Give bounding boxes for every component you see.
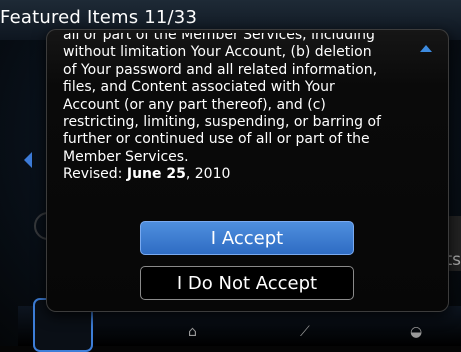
license-line: all or part of the Member Services, incl…	[63, 33, 375, 43]
revised-line: Revised: June 25, 2010	[63, 166, 433, 183]
license-line: Account (or any part thereof), and (c)	[63, 96, 326, 113]
license-text[interactable]: all or part of the Member Services, incl…	[63, 33, 433, 207]
license-line: Member Services.	[63, 148, 189, 165]
revised-year: , 2010	[185, 166, 231, 183]
lock-icon[interactable]: ◒	[410, 324, 422, 340]
license-line: without limitation Your Account, (b) del…	[63, 44, 372, 61]
revised-label: Revised:	[63, 166, 127, 183]
accept-button[interactable]: I Accept	[140, 221, 354, 255]
scroll-up-icon[interactable]	[420, 45, 432, 52]
carousel-left-arrow-icon[interactable]	[24, 152, 32, 168]
decline-button[interactable]: I Do Not Accept	[140, 266, 354, 300]
license-line: restricting, limiting, suspending, or ba…	[63, 114, 381, 131]
license-dialog: all or part of the Member Services, incl…	[46, 29, 449, 312]
wrench-icon[interactable]: ⟋	[300, 324, 310, 340]
license-line: of Your password and all related informa…	[63, 61, 378, 78]
person-icon[interactable]: ⌂	[188, 324, 197, 340]
license-line: further or continued use of all or part …	[63, 131, 370, 148]
page-title: Featured Items 11/33	[0, 7, 198, 28]
revised-date: June 25	[126, 166, 186, 183]
license-line: files, and Content associated with Your	[63, 79, 335, 96]
